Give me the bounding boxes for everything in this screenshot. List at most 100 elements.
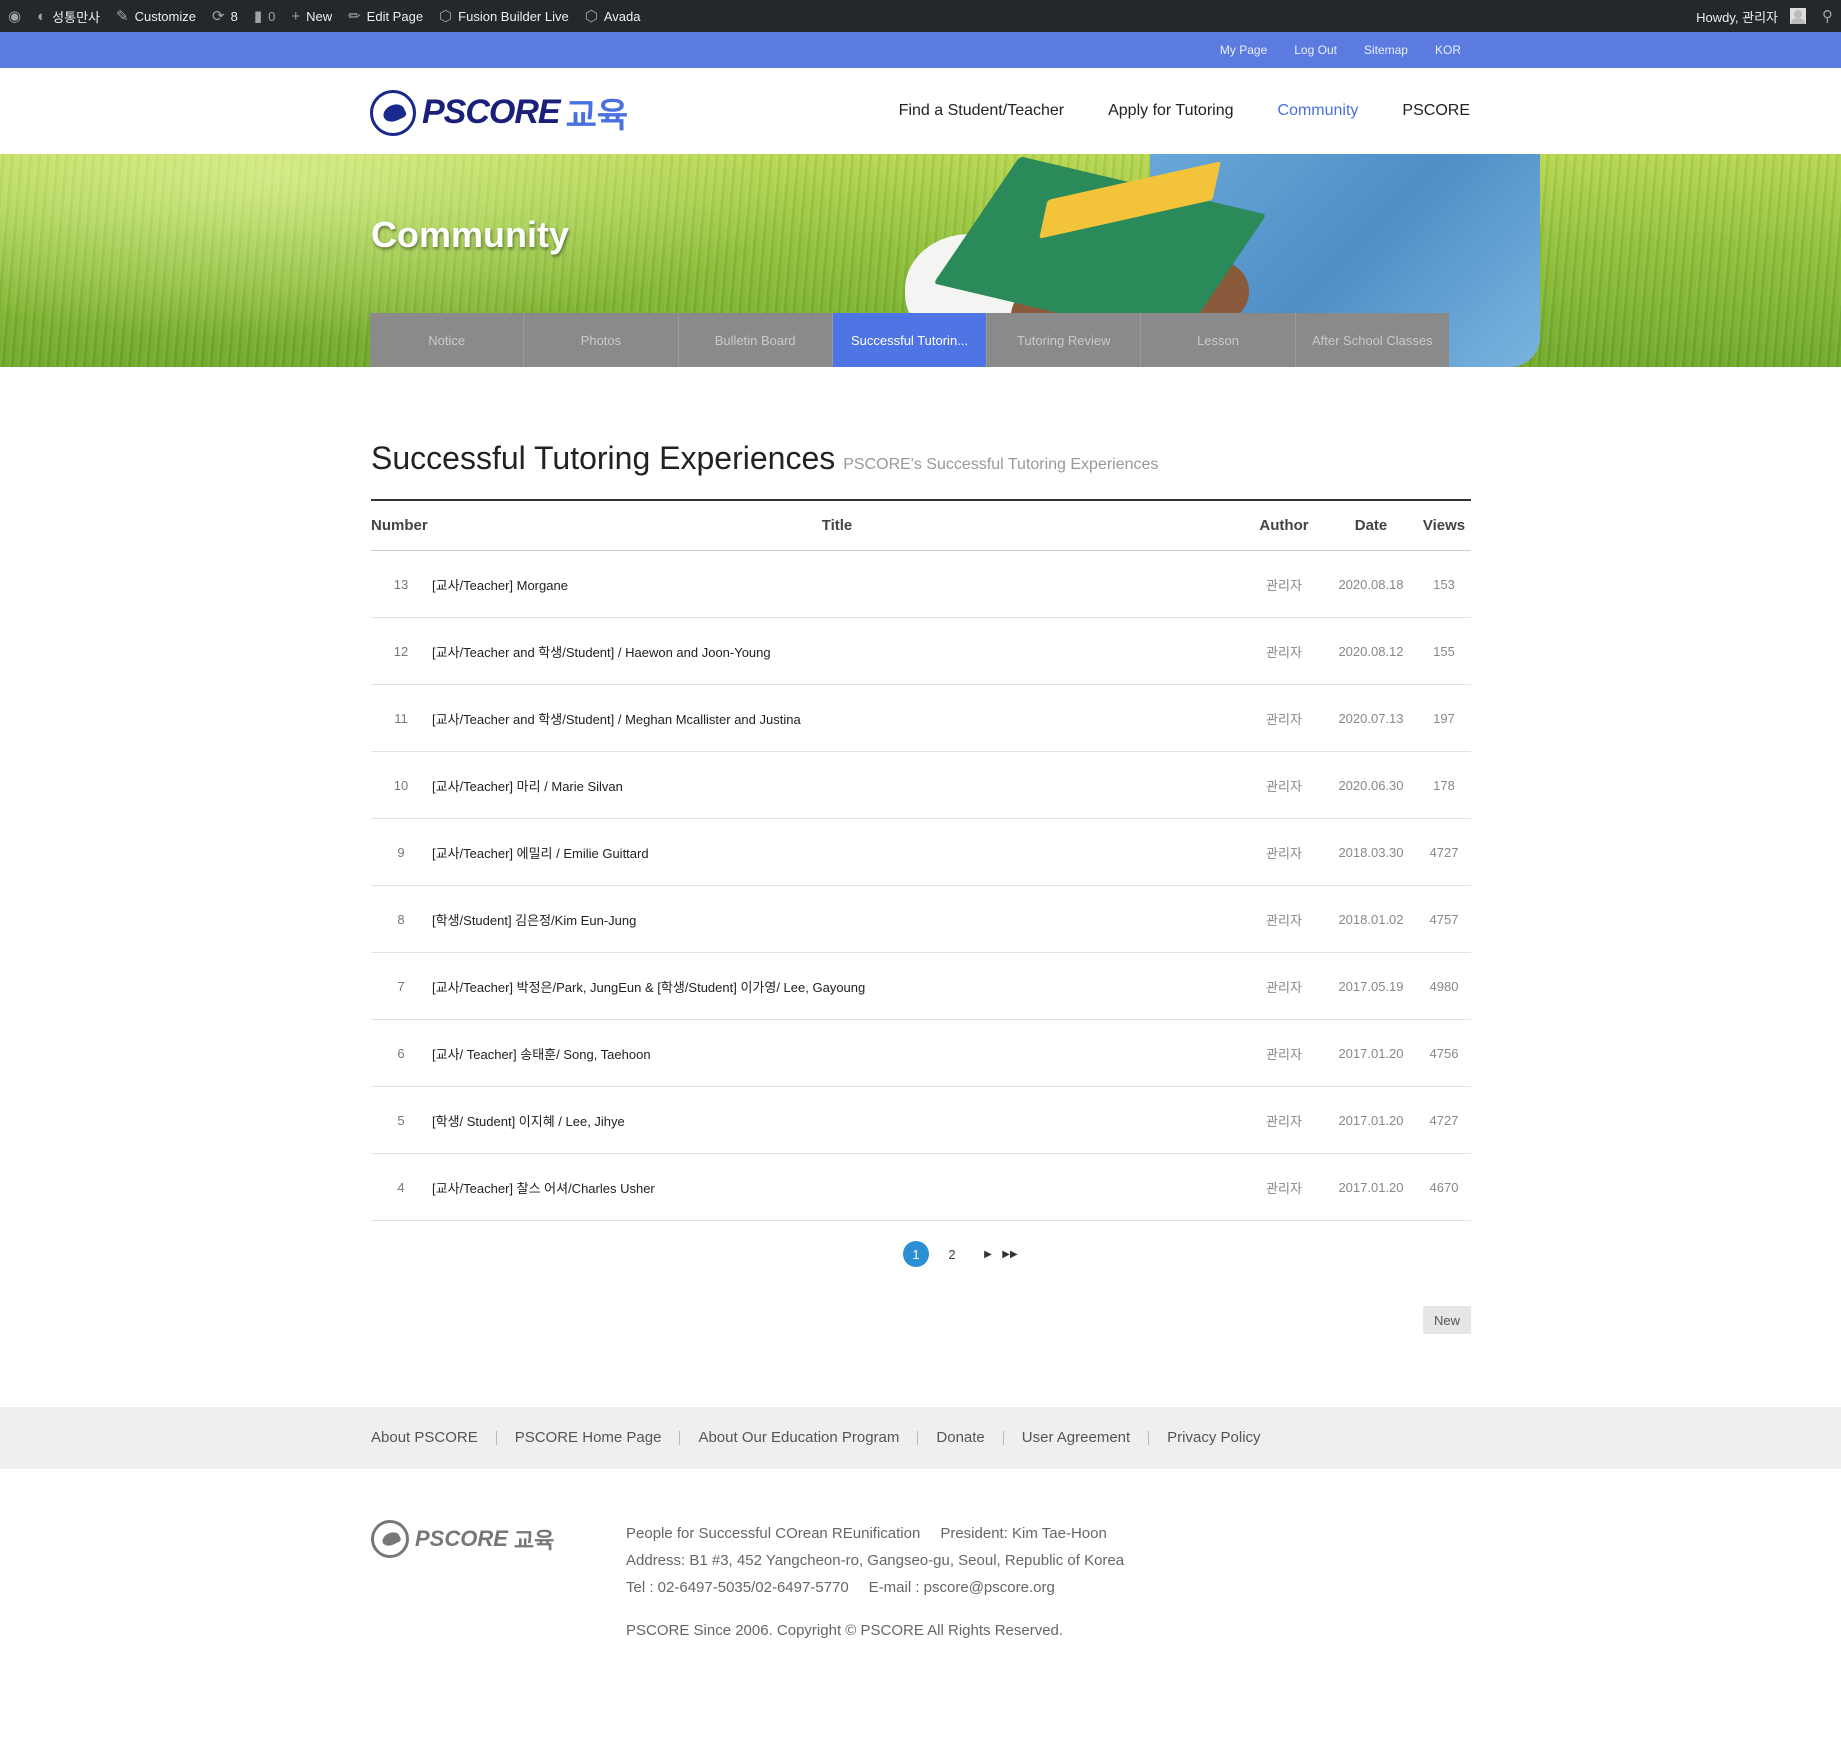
customize-label: Customize: [134, 8, 196, 24]
header-author: Author: [1259, 517, 1309, 534]
admin-search-button[interactable]: ⚲: [1814, 0, 1841, 32]
updates-count: 8: [230, 8, 238, 24]
customize-button[interactable]: ✎ Customize: [108, 0, 204, 32]
footer-link-home-page[interactable]: PSCORE Home Page: [497, 1430, 681, 1445]
tab-photos-label: Photos: [580, 332, 622, 348]
footer-copyright: PSCORE Since 2006. Copyright © PSCORE Al…: [626, 1622, 1064, 1639]
page-title: Successful Tutoring Experiences: [371, 440, 836, 476]
table-row[interactable]: 9 [교사/Teacher] 에밀리 / Emilie Guittard 관리자 20…: [371, 819, 1471, 886]
row-views: 178: [1433, 777, 1455, 793]
row-views: 4756: [1429, 1045, 1459, 1061]
header-date: Date: [1354, 517, 1388, 534]
row-number: 9: [397, 844, 405, 860]
table-row[interactable]: 7 [교사/Teacher] 박정은/Park, JungEun & [학생/St…: [371, 953, 1471, 1020]
wordpress-icon: ◉: [8, 7, 22, 25]
row-title-link[interactable]: [교사/Teacher] 찰스 어셔/Charles Usher: [431, 1178, 1243, 1197]
row-number: 13: [393, 576, 409, 592]
table-row[interactable]: 6 [교사/ Teacher] 송태훈/ Song, Taehoon 관리자 2017…: [371, 1020, 1471, 1087]
footer-link-user-agreement[interactable]: User Agreement: [1004, 1430, 1150, 1445]
search-icon: ⚲: [1822, 7, 1833, 25]
footer-link-education-program[interactable]: About Our Education Program: [680, 1430, 919, 1445]
table-row[interactable]: 4 [교사/Teacher] 찰스 어셔/Charles Usher 관리자 2017…: [371, 1154, 1471, 1221]
row-title-link[interactable]: [교사/Teacher and 학생/Student] / Meghan Mca…: [431, 709, 1243, 728]
wordpress-logo-button[interactable]: ◉: [0, 0, 29, 32]
row-author: 관리자: [1266, 912, 1302, 928]
brush-icon: ✎: [116, 7, 129, 25]
nav-pscore[interactable]: PSCORE: [1402, 102, 1470, 120]
log-out-link[interactable]: Log Out: [1294, 43, 1337, 57]
tab-after-school-classes[interactable]: After School Classes: [1296, 313, 1449, 367]
tab-notice-label: Notice: [428, 332, 466, 348]
footer-links-bar: About PSCORE PSCORE Home Page About Our …: [0, 1407, 1841, 1469]
site-logo[interactable]: PSCORE 교육: [370, 88, 628, 137]
row-views: 4727: [1429, 844, 1459, 860]
tab-bulletin-board-label: Bulletin Board: [714, 332, 796, 348]
row-title-link[interactable]: [교사/Teacher] Morgane: [431, 575, 1243, 594]
comments-button[interactable]: ▮ 0: [246, 0, 284, 32]
site-name-button[interactable]: ◐ 성통만사: [29, 0, 108, 32]
row-author: 관리자: [1266, 577, 1302, 593]
row-title-link[interactable]: [학생/Student] 김은정/Kim Eun-Jung: [431, 910, 1243, 929]
table-row[interactable]: 5 [학생/ Student] 이지혜 / Lee, Jihye 관리자 2017.0…: [371, 1087, 1471, 1154]
row-title-link[interactable]: [교사/ Teacher] 송태훈/ Song, Taehoon: [431, 1044, 1243, 1063]
table-row[interactable]: 10 [교사/Teacher] 마리 / Marie Silvan 관리자 2020.…: [371, 752, 1471, 819]
header-number: Number: [371, 517, 428, 534]
new-content-button[interactable]: + New: [283, 0, 340, 32]
tab-successful-tutoring[interactable]: Successful Tutorin...: [832, 313, 988, 367]
row-title-link[interactable]: [학생/ Student] 이지혜 / Lee, Jihye: [431, 1111, 1243, 1130]
footer-logo-kr: 교육: [513, 1528, 555, 1553]
table-row[interactable]: 12 [교사/Teacher and 학생/Student] / Haewon a…: [371, 618, 1471, 685]
nav-find-student-teacher[interactable]: Find a Student/Teacher: [899, 102, 1064, 120]
updates-button[interactable]: ⟳ 8: [204, 0, 246, 32]
tab-tutoring-review[interactable]: Tutoring Review: [987, 313, 1142, 367]
avada-icon: ⬡: [584, 7, 598, 25]
footer-link-privacy-policy[interactable]: Privacy Policy: [1149, 1430, 1278, 1445]
row-author: 관리자: [1266, 1180, 1302, 1196]
sitemap-link[interactable]: Sitemap: [1364, 43, 1408, 57]
footer-president: President: Kim Tae-Hoon: [940, 1525, 1107, 1542]
row-title-link[interactable]: [교사/Teacher] 마리 / Marie Silvan: [431, 776, 1243, 795]
avada-label: Avada: [603, 8, 641, 24]
footer-link-donate[interactable]: Donate: [918, 1430, 1004, 1445]
board-header-row: Number Title Author Date Views: [371, 501, 1471, 551]
nav-apply-for-tutoring[interactable]: Apply for Tutoring: [1108, 102, 1233, 120]
community-sub-tabs: Notice Photos Bulletin Board Successful …: [370, 313, 1449, 367]
table-row[interactable]: 13 [교사/Teacher] Morgane 관리자 2020.08.18 153: [371, 551, 1471, 618]
fusion-builder-button[interactable]: ⬡ Fusion Builder Live: [431, 0, 577, 32]
page-1-button[interactable]: 1: [903, 1241, 929, 1267]
row-title-link[interactable]: [교사/Teacher and 학생/Student] / Haewon and…: [431, 642, 1243, 661]
row-number: 8: [397, 911, 405, 927]
row-title-link[interactable]: [교사/Teacher] 박정은/Park, JungEun & [학생/Stu…: [431, 977, 1243, 996]
row-date: 2020.07.13: [1338, 710, 1404, 726]
comments-count: 0: [268, 8, 276, 24]
tab-photos[interactable]: Photos: [524, 313, 679, 367]
page-2-button[interactable]: 2: [939, 1241, 965, 1267]
language-kor-link[interactable]: KOR: [1435, 43, 1461, 57]
edit-page-button[interactable]: ✏ Edit Page: [340, 0, 431, 32]
footer-link-about-pscore[interactable]: About PSCORE: [371, 1430, 497, 1445]
tab-notice[interactable]: Notice: [370, 313, 525, 367]
my-page-link[interactable]: My Page: [1220, 43, 1267, 57]
tab-lesson[interactable]: Lesson: [1141, 313, 1296, 367]
page-heading: Successful Tutoring Experiences PSCORE's…: [371, 440, 1471, 477]
tab-after-school-classes-label: After School Classes: [1311, 332, 1433, 348]
row-date: 2018.01.02: [1338, 911, 1404, 927]
avada-button[interactable]: ⬡ Avada: [577, 0, 649, 32]
footer-logo-text: PSCORE: [415, 1526, 508, 1551]
row-date: 2017.01.20: [1338, 1179, 1404, 1195]
new-post-button[interactable]: New: [1423, 1306, 1471, 1334]
nav-community[interactable]: Community: [1278, 102, 1359, 120]
table-row[interactable]: 8 [학생/Student] 김은정/Kim Eun-Jung 관리자 2018.01…: [371, 886, 1471, 953]
row-title-link[interactable]: [교사/Teacher] 에밀리 / Emilie Guittard: [431, 843, 1243, 862]
row-author: 관리자: [1266, 979, 1302, 995]
tab-tutoring-review-label: Tutoring Review: [1017, 332, 1111, 348]
tab-bulletin-board[interactable]: Bulletin Board: [679, 313, 833, 367]
row-date: 2018.03.30: [1338, 844, 1404, 860]
refresh-icon: ⟳: [212, 7, 225, 25]
top-utility-bar: My Page Log Out Sitemap KOR: [0, 32, 1841, 68]
table-row[interactable]: 11 [교사/Teacher and 학생/Student] / Meghan M…: [371, 685, 1471, 752]
page-subtitle: PSCORE's Successful Tutoring Experiences: [843, 456, 1159, 473]
account-menu[interactable]: Howdy, 관리자: [1688, 0, 1814, 32]
last-page-icon[interactable]: ▶▶: [997, 1241, 1023, 1267]
footer-org: People for Successful COrean REunificati…: [626, 1525, 921, 1542]
